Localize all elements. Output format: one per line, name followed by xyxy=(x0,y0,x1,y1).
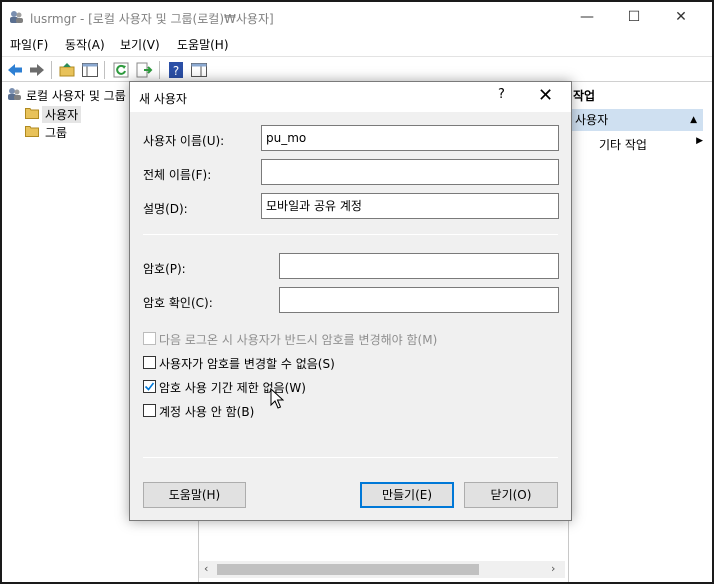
close-button[interactable]: 닫기(O) xyxy=(464,482,558,508)
checkbox-box-checked[interactable] xyxy=(143,380,156,393)
checkbox-box[interactable] xyxy=(143,356,156,369)
actions-users-section[interactable]: 사용자 ▲ xyxy=(569,109,703,131)
tree-item-groups[interactable]: 그룹 xyxy=(25,123,125,141)
password-never-expires-checkbox[interactable]: 암호 사용 기간 제한 없음(W) xyxy=(143,379,543,395)
scroll-thumb[interactable] xyxy=(217,564,479,575)
confirm-password-label: 암호 확인(C): xyxy=(143,296,213,310)
separator xyxy=(143,234,558,235)
check-mark-icon xyxy=(144,382,155,391)
help-button[interactable]: 도움말(H) xyxy=(143,482,246,508)
dialog-help-button[interactable]: ? xyxy=(498,87,505,102)
account-disabled-checkbox[interactable]: 계정 사용 안 함(B) xyxy=(143,403,543,419)
username-field[interactable]: pu_mo xyxy=(261,125,559,151)
menu-action[interactable]: 동작(A) xyxy=(65,36,105,53)
back-arrow-icon[interactable] xyxy=(6,61,24,79)
cannot-change-password-checkbox[interactable]: 사용자가 암호를 변경할 수 없음(S) xyxy=(143,355,543,371)
collapse-caret-icon[interactable]: ▲ xyxy=(690,109,697,131)
password-label: 암호(P): xyxy=(143,262,186,276)
scroll-right-icon[interactable]: › xyxy=(551,562,555,575)
maximize-button[interactable]: ☐ xyxy=(619,6,649,28)
checkbox-label: 사용자가 암호를 변경할 수 없음(S) xyxy=(159,357,335,371)
password-field[interactable] xyxy=(279,253,559,279)
horizontal-scrollbar[interactable]: ‹ › xyxy=(199,561,565,578)
actions-header: 작업 xyxy=(573,89,596,103)
toolbar-separator xyxy=(51,61,52,79)
help-icon[interactable]: ? xyxy=(167,61,185,79)
users-app-icon xyxy=(10,11,23,23)
actions-more-label: 기타 작업 xyxy=(599,138,647,152)
minimize-button[interactable]: — xyxy=(572,6,602,28)
submenu-arrow-icon: ▶ xyxy=(696,136,703,146)
separator xyxy=(143,457,558,458)
forward-arrow-icon[interactable] xyxy=(28,61,46,79)
fullname-field[interactable] xyxy=(261,159,559,185)
toolbar-separator xyxy=(159,61,160,79)
checkbox-box[interactable] xyxy=(143,404,156,417)
mouse-cursor-icon xyxy=(270,388,284,409)
tree-item-users[interactable]: 사용자 xyxy=(25,105,125,123)
actions-pane: 작업 사용자 ▲ 기타 작업 ▶ xyxy=(568,83,712,582)
svg-text:?: ? xyxy=(173,64,179,78)
fullname-label: 전체 이름(F): xyxy=(143,168,212,182)
dialog-close-button[interactable]: ✕ xyxy=(538,85,553,106)
checkbox-label: 계정 사용 안 함(B) xyxy=(159,405,255,419)
checkbox-box xyxy=(143,332,156,345)
must-change-password-checkbox: 다음 로그온 시 사용자가 반드시 암호를 변경해야 함(M) xyxy=(143,331,543,347)
description-field[interactable]: 모바일과 공유 계정 xyxy=(261,193,559,219)
menu-view[interactable]: 보기(V) xyxy=(120,36,160,53)
confirm-password-field[interactable] xyxy=(279,287,559,313)
window-title: lusrmgr - [로컬 사용자 및 그룹(로컬)₩사용자] xyxy=(30,12,274,26)
tree-item-users-label: 사용자 xyxy=(42,106,82,123)
actions-more[interactable]: 기타 작업 ▶ xyxy=(599,136,703,153)
title-bar: lusrmgr - [로컬 사용자 및 그룹(로컬)₩사용자] — ☐ ✕ xyxy=(2,2,712,32)
checkbox-label: 다음 로그온 시 사용자가 반드시 암호를 변경해야 함(M) xyxy=(159,333,438,347)
menu-help[interactable]: 도움말(H) xyxy=(177,36,229,53)
create-button[interactable]: 만들기(E) xyxy=(360,482,454,508)
refresh-icon[interactable] xyxy=(112,61,130,79)
folder-icon xyxy=(25,126,39,137)
username-label: 사용자 이름(U): xyxy=(143,134,225,148)
folder-icon xyxy=(25,108,39,119)
actions-users-label: 사용자 xyxy=(575,113,609,127)
dialog-title: 새 사용자 xyxy=(139,92,187,106)
scroll-left-icon[interactable]: ‹ xyxy=(204,562,208,575)
description-label: 설명(D): xyxy=(143,202,188,216)
export-list-icon[interactable] xyxy=(135,61,153,79)
tree-root-label: 로컬 사용자 및 그룹 xyxy=(26,89,126,103)
show-hide-tree-icon[interactable] xyxy=(81,61,99,79)
menu-bar: 파일(F) 동작(A) 보기(V) 도움말(H) xyxy=(2,33,712,55)
dialog-title-bar: 새 사용자 ? ✕ xyxy=(130,82,571,112)
toolbar: ? xyxy=(2,56,712,82)
toolbar-separator xyxy=(104,61,105,79)
new-user-dialog: 새 사용자 ? ✕ 사용자 이름(U): pu_mo 전체 이름(F): 설명(… xyxy=(129,81,572,521)
properties-icon[interactable] xyxy=(190,61,208,79)
close-window-button[interactable]: ✕ xyxy=(666,6,696,28)
menu-file[interactable]: 파일(F) xyxy=(10,36,48,53)
up-folder-icon[interactable] xyxy=(58,61,76,79)
tree-item-groups-label: 그룹 xyxy=(45,126,68,140)
users-groups-icon xyxy=(8,88,21,100)
